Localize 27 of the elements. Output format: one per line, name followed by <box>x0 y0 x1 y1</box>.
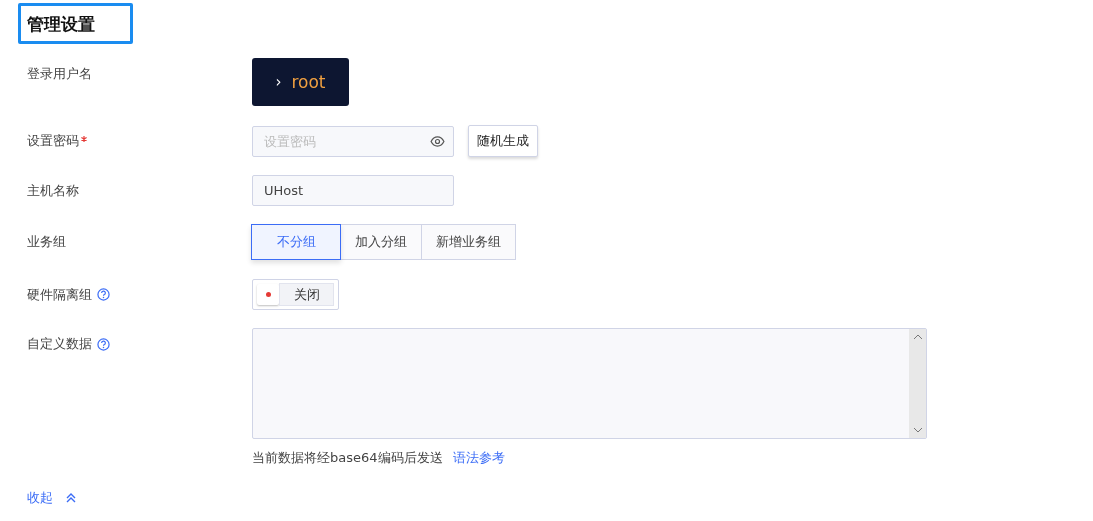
help-icon[interactable] <box>97 288 110 301</box>
segment-option[interactable]: 新增业务组 <box>421 224 516 260</box>
prompt-symbol: › <box>275 73 282 91</box>
section-title: 管理设置 <box>18 3 133 44</box>
collapse-link[interactable]: 收起 <box>27 489 53 507</box>
custom-data-field[interactable] <box>252 328 927 439</box>
syntax-link[interactable]: 语法参考 <box>452 449 505 467</box>
scroll-down-icon[interactable] <box>912 427 923 433</box>
hostname-field[interactable]: UHost <box>252 175 454 206</box>
scroll-up-icon[interactable] <box>912 334 923 340</box>
scrollbar[interactable] <box>909 329 926 438</box>
field-label: 登录用户名 <box>27 65 92 83</box>
generate-button[interactable]: 随机生成 <box>468 125 538 157</box>
toggle-switch[interactable]: 关闭 <box>252 279 339 310</box>
password-field[interactable]: 设置密码 <box>252 125 454 157</box>
segment-option[interactable]: 加入分组 <box>340 224 422 260</box>
field-label: 主机名称 <box>27 181 79 200</box>
field-label: 自定义数据 <box>27 335 92 353</box>
eye-icon[interactable] <box>430 135 445 147</box>
segment-option[interactable]: 不分组 <box>251 224 341 260</box>
help-icon[interactable] <box>97 337 110 351</box>
hint-text: 当前数据将经base64编码后发送 <box>252 449 443 467</box>
username-value: root <box>291 72 326 92</box>
field-label: 设置密码 <box>27 132 79 150</box>
field-label: 硬件隔离组 <box>27 285 92 304</box>
field-label: 业务组 <box>27 233 66 251</box>
collapse-icon[interactable] <box>66 493 76 503</box>
